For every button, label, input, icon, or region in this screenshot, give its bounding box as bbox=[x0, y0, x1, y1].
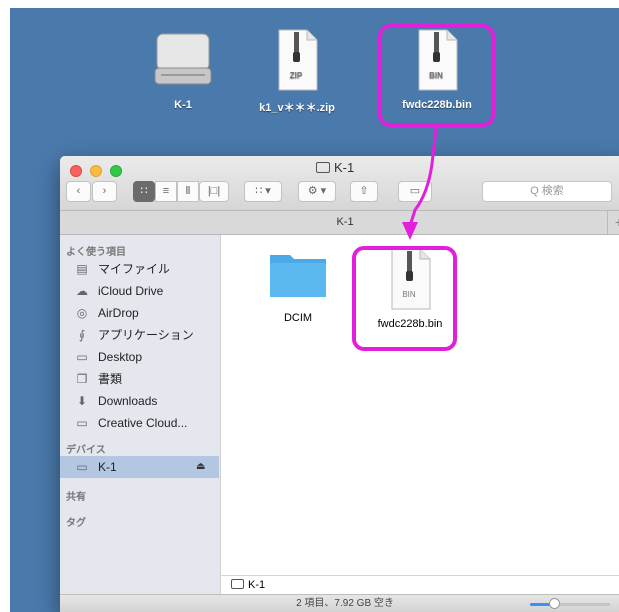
cloud-icon: ☁ bbox=[76, 284, 88, 298]
folder-icon: ▭ bbox=[76, 416, 88, 430]
sidebar-item-icloud-drive[interactable]: ☁ iCloud Drive bbox=[60, 280, 219, 302]
drive-icon bbox=[231, 579, 244, 589]
all-my-files-icon: ▤ bbox=[76, 262, 88, 276]
forward-chevron-icon: › bbox=[102, 185, 107, 197]
path-bar: K-1 bbox=[221, 575, 619, 595]
finder-window: K-1 ‹ › ∷ ≡ Ⅱ |□| ∷ ▾ ⚙ ▾ ⇧ ▭ Q 検索 K-1 +… bbox=[60, 156, 619, 612]
list-view-icon: ≡ bbox=[162, 185, 170, 197]
icon-view-button[interactable]: ∷ bbox=[133, 181, 155, 202]
icon-size-slider[interactable] bbox=[530, 598, 610, 609]
sidebar-item-airdrop[interactable]: ◎ AirDrop bbox=[60, 302, 219, 324]
download-icon: ⬇ bbox=[76, 394, 88, 408]
back-button[interactable]: ‹ bbox=[66, 181, 91, 202]
title-bar: K-1 ‹ › ∷ ≡ Ⅱ |□| ∷ ▾ ⚙ ▾ ⇧ ▭ Q 検索 bbox=[60, 156, 619, 211]
sidebar-item-documents[interactable]: ❐ 書類 bbox=[60, 368, 219, 390]
sidebar-item-k1[interactable]: ▭ K-1 ⏏ bbox=[60, 456, 219, 478]
search-field[interactable]: Q 検索 bbox=[482, 181, 612, 202]
list-view-button[interactable]: ≡ bbox=[155, 181, 177, 202]
tag-button[interactable]: ▭ bbox=[398, 181, 432, 202]
desktop: K-1 ZIP k1_v＊＊＊.zip BIN fwdc228b.bin K-1… bbox=[10, 8, 619, 612]
drive-icon bbox=[316, 162, 330, 173]
forward-button[interactable]: › bbox=[92, 181, 117, 202]
tag-icon: ▭ bbox=[409, 185, 421, 197]
sidebar-item-label: AirDrop bbox=[98, 306, 139, 320]
sidebar-item-desktop[interactable]: ▭ Desktop bbox=[60, 346, 219, 368]
window-title-text: K-1 bbox=[334, 160, 355, 175]
coverflow-view-button[interactable]: |□| bbox=[199, 181, 229, 202]
column-view-icon: Ⅱ bbox=[185, 185, 191, 197]
desktop-drive-label: K-1 bbox=[174, 99, 192, 111]
highlight-frame-desktop bbox=[378, 24, 495, 127]
path-bar-label[interactable]: K-1 bbox=[248, 579, 265, 591]
plus-icon: + bbox=[615, 214, 619, 230]
status-text: 2 項目、7.92 GB 空き bbox=[296, 598, 394, 609]
applications-icon: ⨚ bbox=[78, 328, 86, 342]
desktop-icon: ▭ bbox=[76, 350, 88, 364]
share-button[interactable]: ⇧ bbox=[350, 181, 378, 202]
folder-dcim-label: DCIM bbox=[283, 312, 313, 324]
sidebar-item-creative-cloud[interactable]: ▭ Creative Cloud... bbox=[60, 412, 219, 434]
sidebar-item-label: Downloads bbox=[98, 394, 158, 408]
arrange-button[interactable]: ∷ ▾ bbox=[244, 181, 282, 202]
back-chevron-icon: ‹ bbox=[76, 185, 81, 197]
sidebar-item-applications[interactable]: ⨚ アプリケーション bbox=[60, 324, 219, 346]
action-button[interactable]: ⚙ ▾ bbox=[298, 181, 336, 202]
sidebar-item-label: K-1 bbox=[98, 460, 117, 474]
desktop-zip-label: k1_v＊＊＊.zip bbox=[259, 102, 335, 114]
sidebar-item-label: Desktop bbox=[98, 350, 143, 364]
sidebar-item-label: アプリケーション bbox=[98, 328, 194, 342]
icon-size-slider-knob[interactable] bbox=[549, 598, 560, 609]
sidebar-item-label: iCloud Drive bbox=[98, 284, 164, 298]
zip-file-icon: ZIP bbox=[278, 29, 318, 91]
folder-dcim[interactable]: DCIM bbox=[243, 247, 353, 324]
sidebar-item-label: 書類 bbox=[98, 372, 123, 386]
sidebar-heading-favorites: よく使う項目 bbox=[66, 247, 126, 258]
eject-icon[interactable]: ⏏ bbox=[196, 456, 205, 478]
airdrop-icon: ◎ bbox=[76, 306, 88, 320]
sidebar-heading-shared: 共有 bbox=[66, 492, 86, 503]
icon-view-icon: ∷ bbox=[140, 185, 148, 197]
column-view-button[interactable]: Ⅱ bbox=[177, 181, 199, 202]
tab-bar: K-1 + bbox=[60, 211, 619, 235]
close-button[interactable] bbox=[70, 165, 82, 177]
sidebar: よく使う項目 ▤ マイファイル ☁ iCloud Drive ◎ AirDrop ⨚ ア… bbox=[60, 235, 221, 612]
sidebar-heading-tags: タグ bbox=[66, 518, 86, 529]
search-placeholder: Q 検索 bbox=[530, 185, 564, 197]
sidebar-item-label: Creative Cloud... bbox=[98, 416, 188, 430]
highlight-frame-window bbox=[352, 246, 457, 351]
folder-icon bbox=[270, 255, 326, 297]
tab-k1[interactable]: K-1 bbox=[336, 216, 353, 228]
share-icon: ⇧ bbox=[359, 185, 369, 197]
desktop-drive-k1[interactable]: K-1 bbox=[128, 28, 238, 111]
drive-icon: ▭ bbox=[76, 460, 88, 474]
window-title: K-1 bbox=[316, 160, 354, 175]
status-bar: 2 項目、7.92 GB 空き bbox=[60, 594, 619, 612]
sidebar-item-my-files[interactable]: ▤ マイファイル bbox=[60, 258, 219, 280]
sidebar-item-downloads[interactable]: ⬇ Downloads bbox=[60, 390, 219, 412]
sidebar-item-label: マイファイル bbox=[98, 262, 171, 276]
zip-tag: ZIP bbox=[290, 71, 303, 80]
new-tab-button[interactable]: + bbox=[607, 211, 619, 234]
arrange-icon: ∷ ▾ bbox=[255, 185, 271, 197]
zoom-button[interactable] bbox=[110, 165, 122, 177]
desktop-zip-file[interactable]: ZIP k1_v＊＊＊.zip bbox=[242, 28, 352, 115]
minimize-button[interactable] bbox=[90, 165, 102, 177]
coverflow-view-icon: |□| bbox=[207, 185, 221, 197]
documents-icon: ❐ bbox=[76, 372, 88, 386]
sidebar-heading-devices: デバイス bbox=[66, 445, 106, 456]
gear-action-icon: ⚙ ▾ bbox=[307, 185, 327, 197]
hard-drive-icon bbox=[154, 33, 212, 85]
